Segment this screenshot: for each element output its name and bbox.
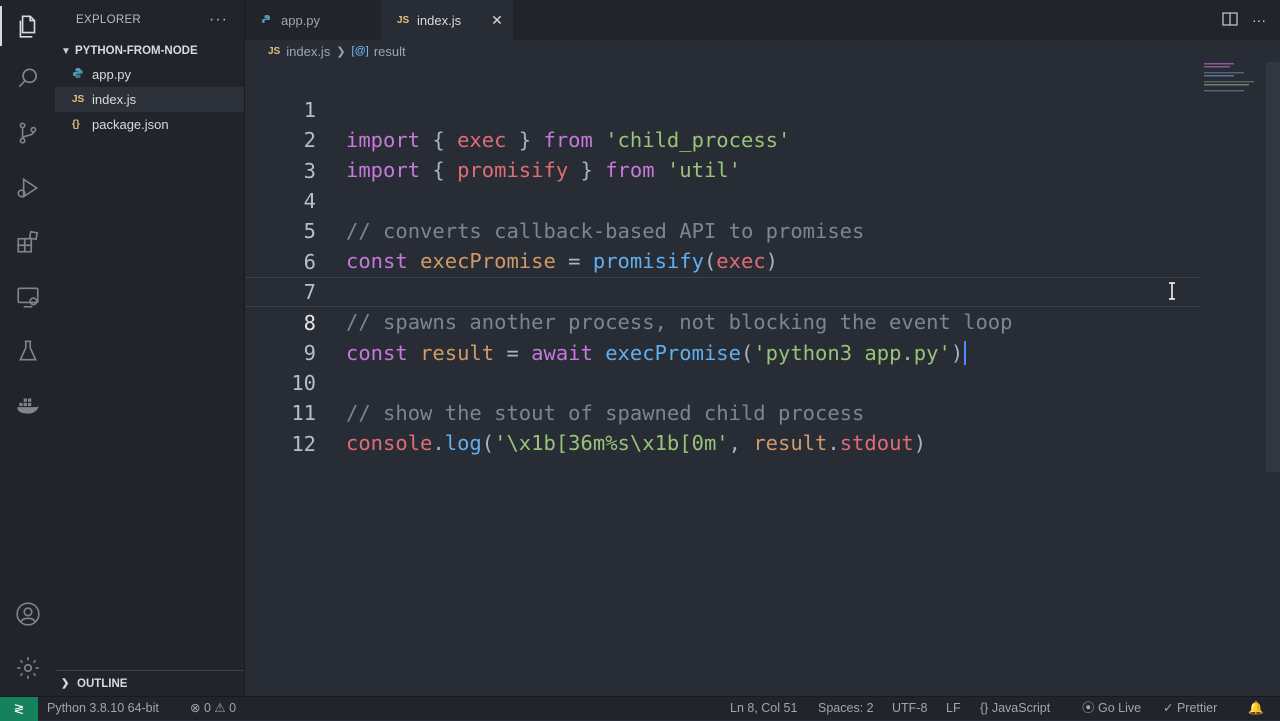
warning-count: 0 (229, 701, 237, 715)
settings-gear-icon[interactable] (0, 644, 55, 692)
text-cursor-icon (1167, 281, 1177, 301)
problems-indicator[interactable]: ⊗ 0 ⚠ 0 (190, 697, 236, 720)
code-line: 6 (245, 217, 1200, 274)
more-actions-icon[interactable]: ··· (1252, 12, 1266, 28)
broadcast-icon: ⦿ (1082, 701, 1095, 715)
python-icon (72, 67, 92, 82)
js-icon: JS (397, 14, 410, 26)
breadcrumb: JS index.js ❯ [@] result (245, 40, 1280, 62)
prettier-button[interactable]: ✓ Prettier (1163, 697, 1217, 720)
remote-explorer-icon[interactable] (0, 273, 55, 321)
double-check-icon: ✓ (1163, 701, 1174, 715)
tab-label: index.js (417, 12, 462, 28)
json-icon: {} (72, 119, 80, 130)
tab-bar: app.py JS index.js ✕ ··· (245, 0, 1280, 40)
line-number: 12 (291, 432, 316, 456)
chevron-right-icon: ❯ (336, 45, 346, 58)
code-line: 9 (245, 308, 1200, 365)
vertical-scrollbar[interactable] (1266, 62, 1280, 472)
more-actions-button[interactable]: ··· (209, 11, 228, 29)
file-package-json[interactable]: {} package.json (55, 112, 244, 137)
run-debug-icon[interactable] (0, 164, 55, 212)
warning-icon: ⚠ (214, 701, 226, 715)
status-bar: ≷ Python 3.8.10 64-bit ⊗ 0 ⚠ 0 Ln 8, Col… (0, 696, 1280, 721)
code-line: 11 console.log('\x1b[36m%s\x1b[0m', resu… (245, 368, 1200, 455)
search-icon[interactable] (0, 54, 55, 102)
explorer-header: EXPLORER ··· (55, 0, 244, 40)
error-icon: ⊗ (190, 701, 201, 715)
remote-indicator-icon[interactable]: ≷ (0, 697, 38, 721)
indentation[interactable]: Spaces: 2 (818, 697, 874, 720)
file-label: package.json (92, 117, 169, 132)
js-icon: JS (72, 94, 85, 105)
close-icon[interactable]: ✕ (491, 12, 503, 29)
folder-python-from-node[interactable]: ▼ PYTHON-FROM-NODE (55, 40, 244, 62)
file-label: app.py (92, 67, 132, 82)
docker-icon[interactable] (0, 381, 55, 429)
language-mode[interactable]: {} JavaScript (980, 697, 1050, 720)
error-count: 0 (203, 701, 211, 715)
explorer-title: EXPLORER (76, 14, 142, 26)
activity-bar (0, 0, 55, 696)
encoding[interactable]: UTF-8 (892, 697, 927, 720)
minimap[interactable] (1204, 62, 1260, 92)
outline-section[interactable]: ❯ OUTLINE (55, 670, 244, 696)
language-label: JavaScript (991, 701, 1051, 715)
code-line: 3 (245, 126, 1200, 183)
folder-label: PYTHON-FROM-NODE (75, 45, 198, 57)
tab-app-py[interactable]: app.py (245, 0, 381, 40)
extensions-icon[interactable] (0, 218, 55, 266)
braces-icon: {} (980, 701, 989, 715)
split-editor-icon[interactable] (1222, 11, 1238, 29)
python-interpreter[interactable]: Python 3.8.10 64-bit (47, 697, 159, 720)
go-live-label: Go Live (1098, 701, 1142, 715)
python-icon (261, 14, 281, 26)
code-line: 12 (245, 399, 1200, 456)
breadcrumb-file[interactable]: index.js (286, 44, 330, 59)
cursor-position[interactable]: Ln 8, Col 51 (730, 697, 797, 720)
chevron-right-icon: ❯ (61, 678, 70, 689)
testing-icon[interactable] (0, 327, 55, 375)
code-text: console.log('\x1b[36m%s\x1b[0m', result.… (346, 431, 927, 455)
tab-index-js[interactable]: JS index.js ✕ (381, 0, 513, 40)
code-line: 7 // spawns another process, not blockin… (245, 247, 1200, 334)
go-live-button[interactable]: ⦿ Go Live (1082, 697, 1141, 720)
file-app-py[interactable]: app.py (55, 62, 244, 87)
line-ending[interactable]: LF (946, 697, 961, 720)
tab-label: app.py (281, 12, 321, 28)
code-line-current: 8 const result = await execPromise('pyth… (245, 277, 1200, 365)
breadcrumb-symbol[interactable]: result (374, 44, 406, 59)
code-line: 1 import { exec } from 'child_process' (245, 65, 1200, 152)
file-index-js[interactable]: JS index.js (55, 87, 244, 112)
js-icon: JS (268, 45, 281, 57)
editor-actions: ··· (1222, 0, 1266, 40)
notifications-bell-icon[interactable]: 🔔 (1248, 697, 1264, 720)
account-icon[interactable] (0, 590, 55, 638)
code-line: 10 // show the stout of spawned child pr… (245, 338, 1200, 425)
source-control-icon[interactable] (0, 109, 55, 157)
prettier-label: Prettier (1176, 701, 1218, 715)
explorer-icon[interactable] (0, 2, 55, 50)
code-line: 4 // converts callback-based API to prom… (245, 156, 1200, 243)
outline-label: OUTLINE (77, 677, 128, 690)
chevron-down-icon: ▼ (61, 45, 71, 57)
variable-icon: [@] (351, 45, 369, 57)
file-label: index.js (92, 92, 137, 107)
code-line: 2 import { promisify } from 'util' (245, 95, 1200, 182)
code-editor[interactable]: 1 import { exec } from 'child_process' 2… (245, 62, 1265, 696)
explorer-sidebar: EXPLORER ··· ▼ PYTHON-FROM-NODE app.py J… (55, 0, 245, 696)
code-line: 5 const execPromise = promisify(exec) (245, 186, 1200, 273)
